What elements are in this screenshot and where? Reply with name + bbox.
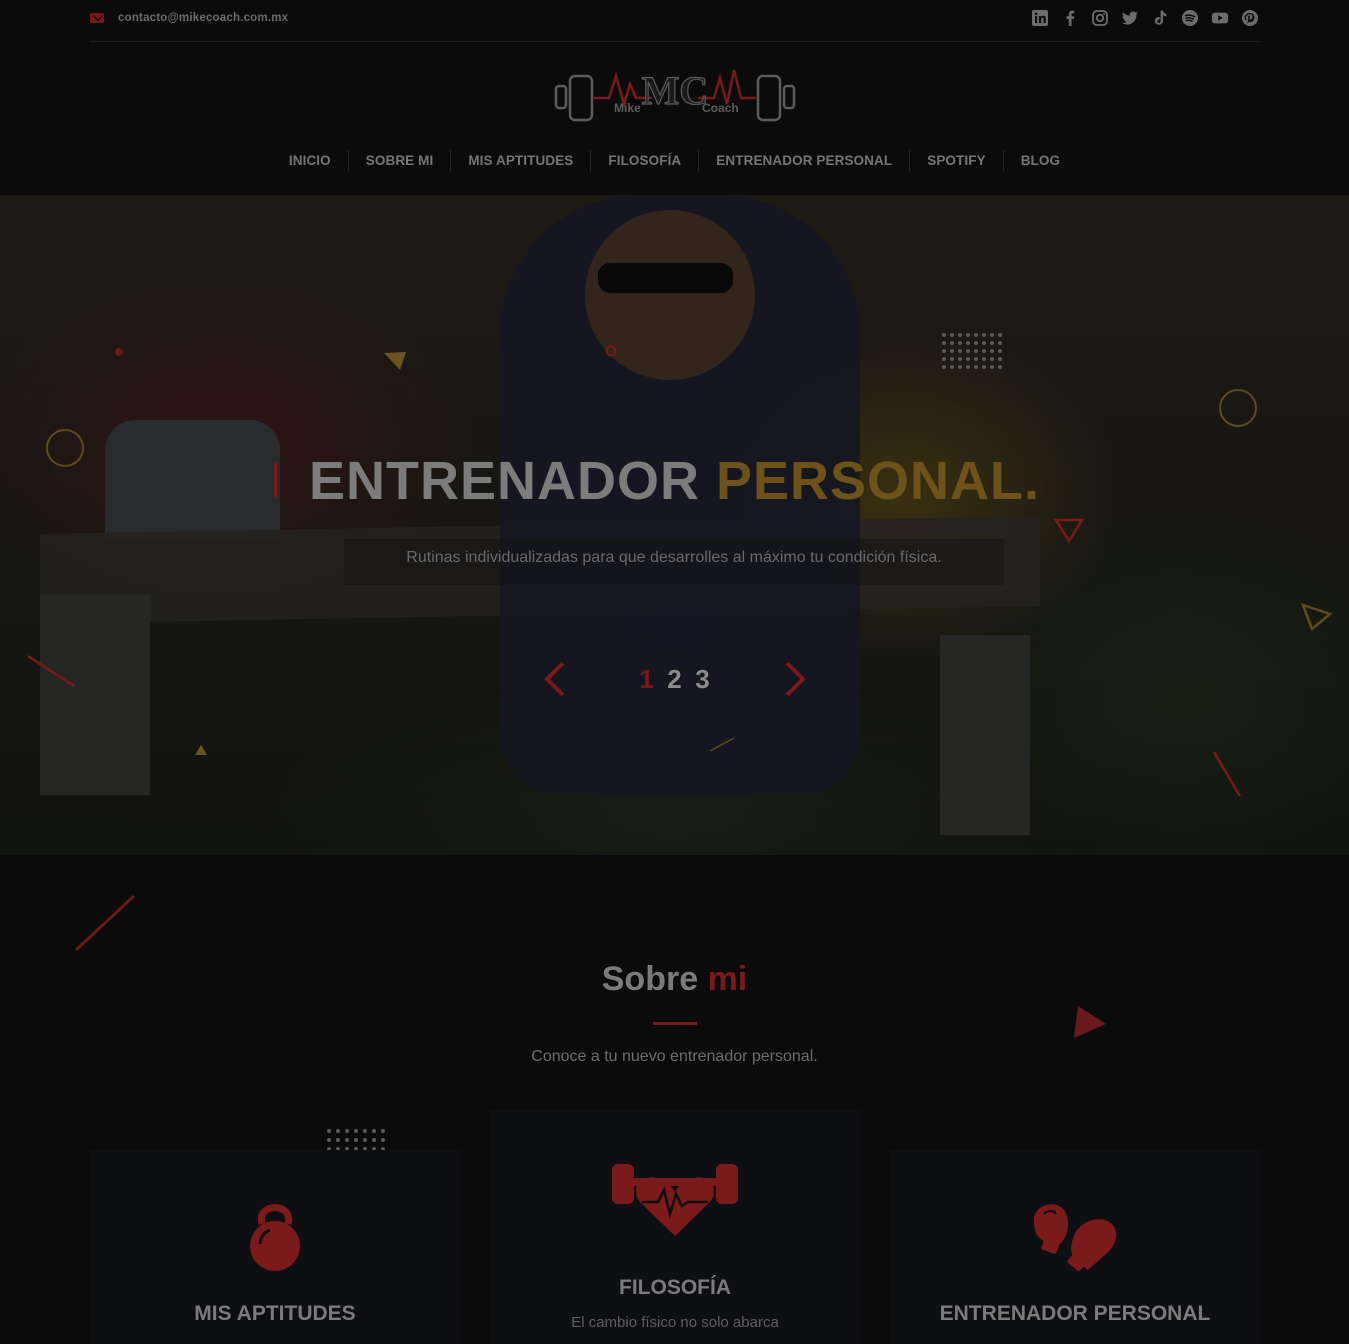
triangle-decoration-icon (384, 352, 406, 370)
dot-grid-decoration (942, 333, 1002, 369)
svg-text:MC: MC (642, 68, 709, 113)
nav-item-sobre-mi[interactable]: SOBRE MI (347, 150, 451, 172)
hero-title-word2: PERSONAL. (715, 451, 1041, 511)
linkedin-icon[interactable] (1031, 9, 1049, 27)
boxing-gloves-icon (1033, 1204, 1117, 1272)
section-title: Sobre mi (0, 960, 1349, 999)
line-decoration-icon (1212, 751, 1242, 797)
card-title: MIS APTITUDES (194, 1302, 356, 1325)
triangle-decoration-icon (1053, 518, 1085, 544)
instagram-icon[interactable] (1091, 9, 1109, 27)
triangle-decoration-icon (195, 745, 207, 755)
card-title: FILOSOFÍA (619, 1276, 731, 1299)
social-links (1031, 9, 1259, 27)
email-text: contacto@mikecoach.com.mx (118, 12, 289, 24)
facebook-icon[interactable] (1061, 9, 1079, 27)
slider-controls: 1 2 3 (0, 659, 1349, 699)
slide-pagination: 1 2 3 (635, 664, 715, 695)
dot-decoration-icon (605, 345, 617, 357)
hero-title-word1: ENTRENADOR (308, 451, 700, 511)
section-title-part1: Sobre (601, 960, 699, 998)
nav-item-blog[interactable]: BLOG (1002, 150, 1077, 172)
svg-text:Mike: Mike (614, 101, 641, 115)
hero-title: ENTRENADOR PERSONAL. (0, 450, 1349, 512)
slide-number-3[interactable]: 3 (691, 664, 715, 695)
circle-decoration-icon (1219, 389, 1257, 427)
line-decoration-icon (709, 737, 735, 752)
nav-item-filosofia[interactable]: FILOSOFÍA (590, 150, 698, 172)
nav-item-inicio[interactable]: INICIO (272, 150, 348, 172)
feature-card-aptitudes[interactable]: MIS APTITUDES (90, 1150, 460, 1344)
hero-subtitle: Rutinas individualizadas para que desarr… (344, 539, 1004, 585)
feature-card-filosofia[interactable]: FILOSOFÍA El cambio físico no solo abarc… (490, 1110, 860, 1344)
hero-slider: ENTRENADOR PERSONAL. Rutinas individuali… (0, 195, 1349, 855)
chevron-right-icon[interactable] (775, 659, 815, 699)
card-title: ENTRENADOR PERSONAL (939, 1302, 1211, 1325)
line-decoration-icon (74, 894, 136, 952)
heart-dumbbell-icon (612, 1164, 738, 1236)
youtube-icon[interactable] (1211, 9, 1229, 27)
chevron-left-icon[interactable] (535, 659, 575, 699)
nav-item-mis-aptitudes[interactable]: MIS APTITUDES (450, 150, 590, 172)
section-title-part2: mi (707, 960, 748, 998)
nav-item-spotify[interactable]: SPOTIFY (909, 150, 1002, 172)
dot-grid-decoration (327, 1129, 385, 1151)
kettlebell-icon (250, 1204, 300, 1271)
triangle-decoration-icon (1074, 1006, 1106, 1038)
top-bar: contacto@mikecoach.com.mx (90, 0, 1259, 42)
slide-number-2[interactable]: 2 (663, 664, 687, 695)
site-logo[interactable]: MC Mike Coach (554, 64, 796, 124)
pinterest-icon[interactable] (1241, 9, 1259, 27)
section-subtitle: Conoce a tu nuevo entrenador personal. (531, 1048, 818, 1065)
spotify-icon[interactable] (1181, 9, 1199, 27)
twitter-icon[interactable] (1121, 9, 1139, 27)
svg-text:Coach: Coach (702, 101, 739, 115)
contact-email[interactable]: contacto@mikecoach.com.mx (90, 12, 288, 24)
triangle-decoration-icon (1300, 602, 1333, 632)
slide-number-1[interactable]: 1 (635, 664, 659, 695)
dot-decoration-icon (115, 348, 123, 356)
envelope-icon (90, 13, 104, 23)
section-title-underline (653, 1022, 697, 1025)
tiktok-icon[interactable] (1151, 9, 1169, 27)
nav-item-entrenador-personal[interactable]: ENTRENADOR PERSONAL (698, 150, 909, 172)
hero-photo-sunglasses (598, 263, 733, 293)
logo-graphic: MC Mike Coach (554, 67, 796, 122)
card-text: El cambio físico no solo abarca (571, 1314, 779, 1331)
main-nav: INICIO SOBRE MI MIS APTITUDES FILOSOFÍA … (0, 150, 1349, 172)
feature-card-entrenador[interactable]: ENTRENADOR PERSONAL (890, 1150, 1260, 1344)
